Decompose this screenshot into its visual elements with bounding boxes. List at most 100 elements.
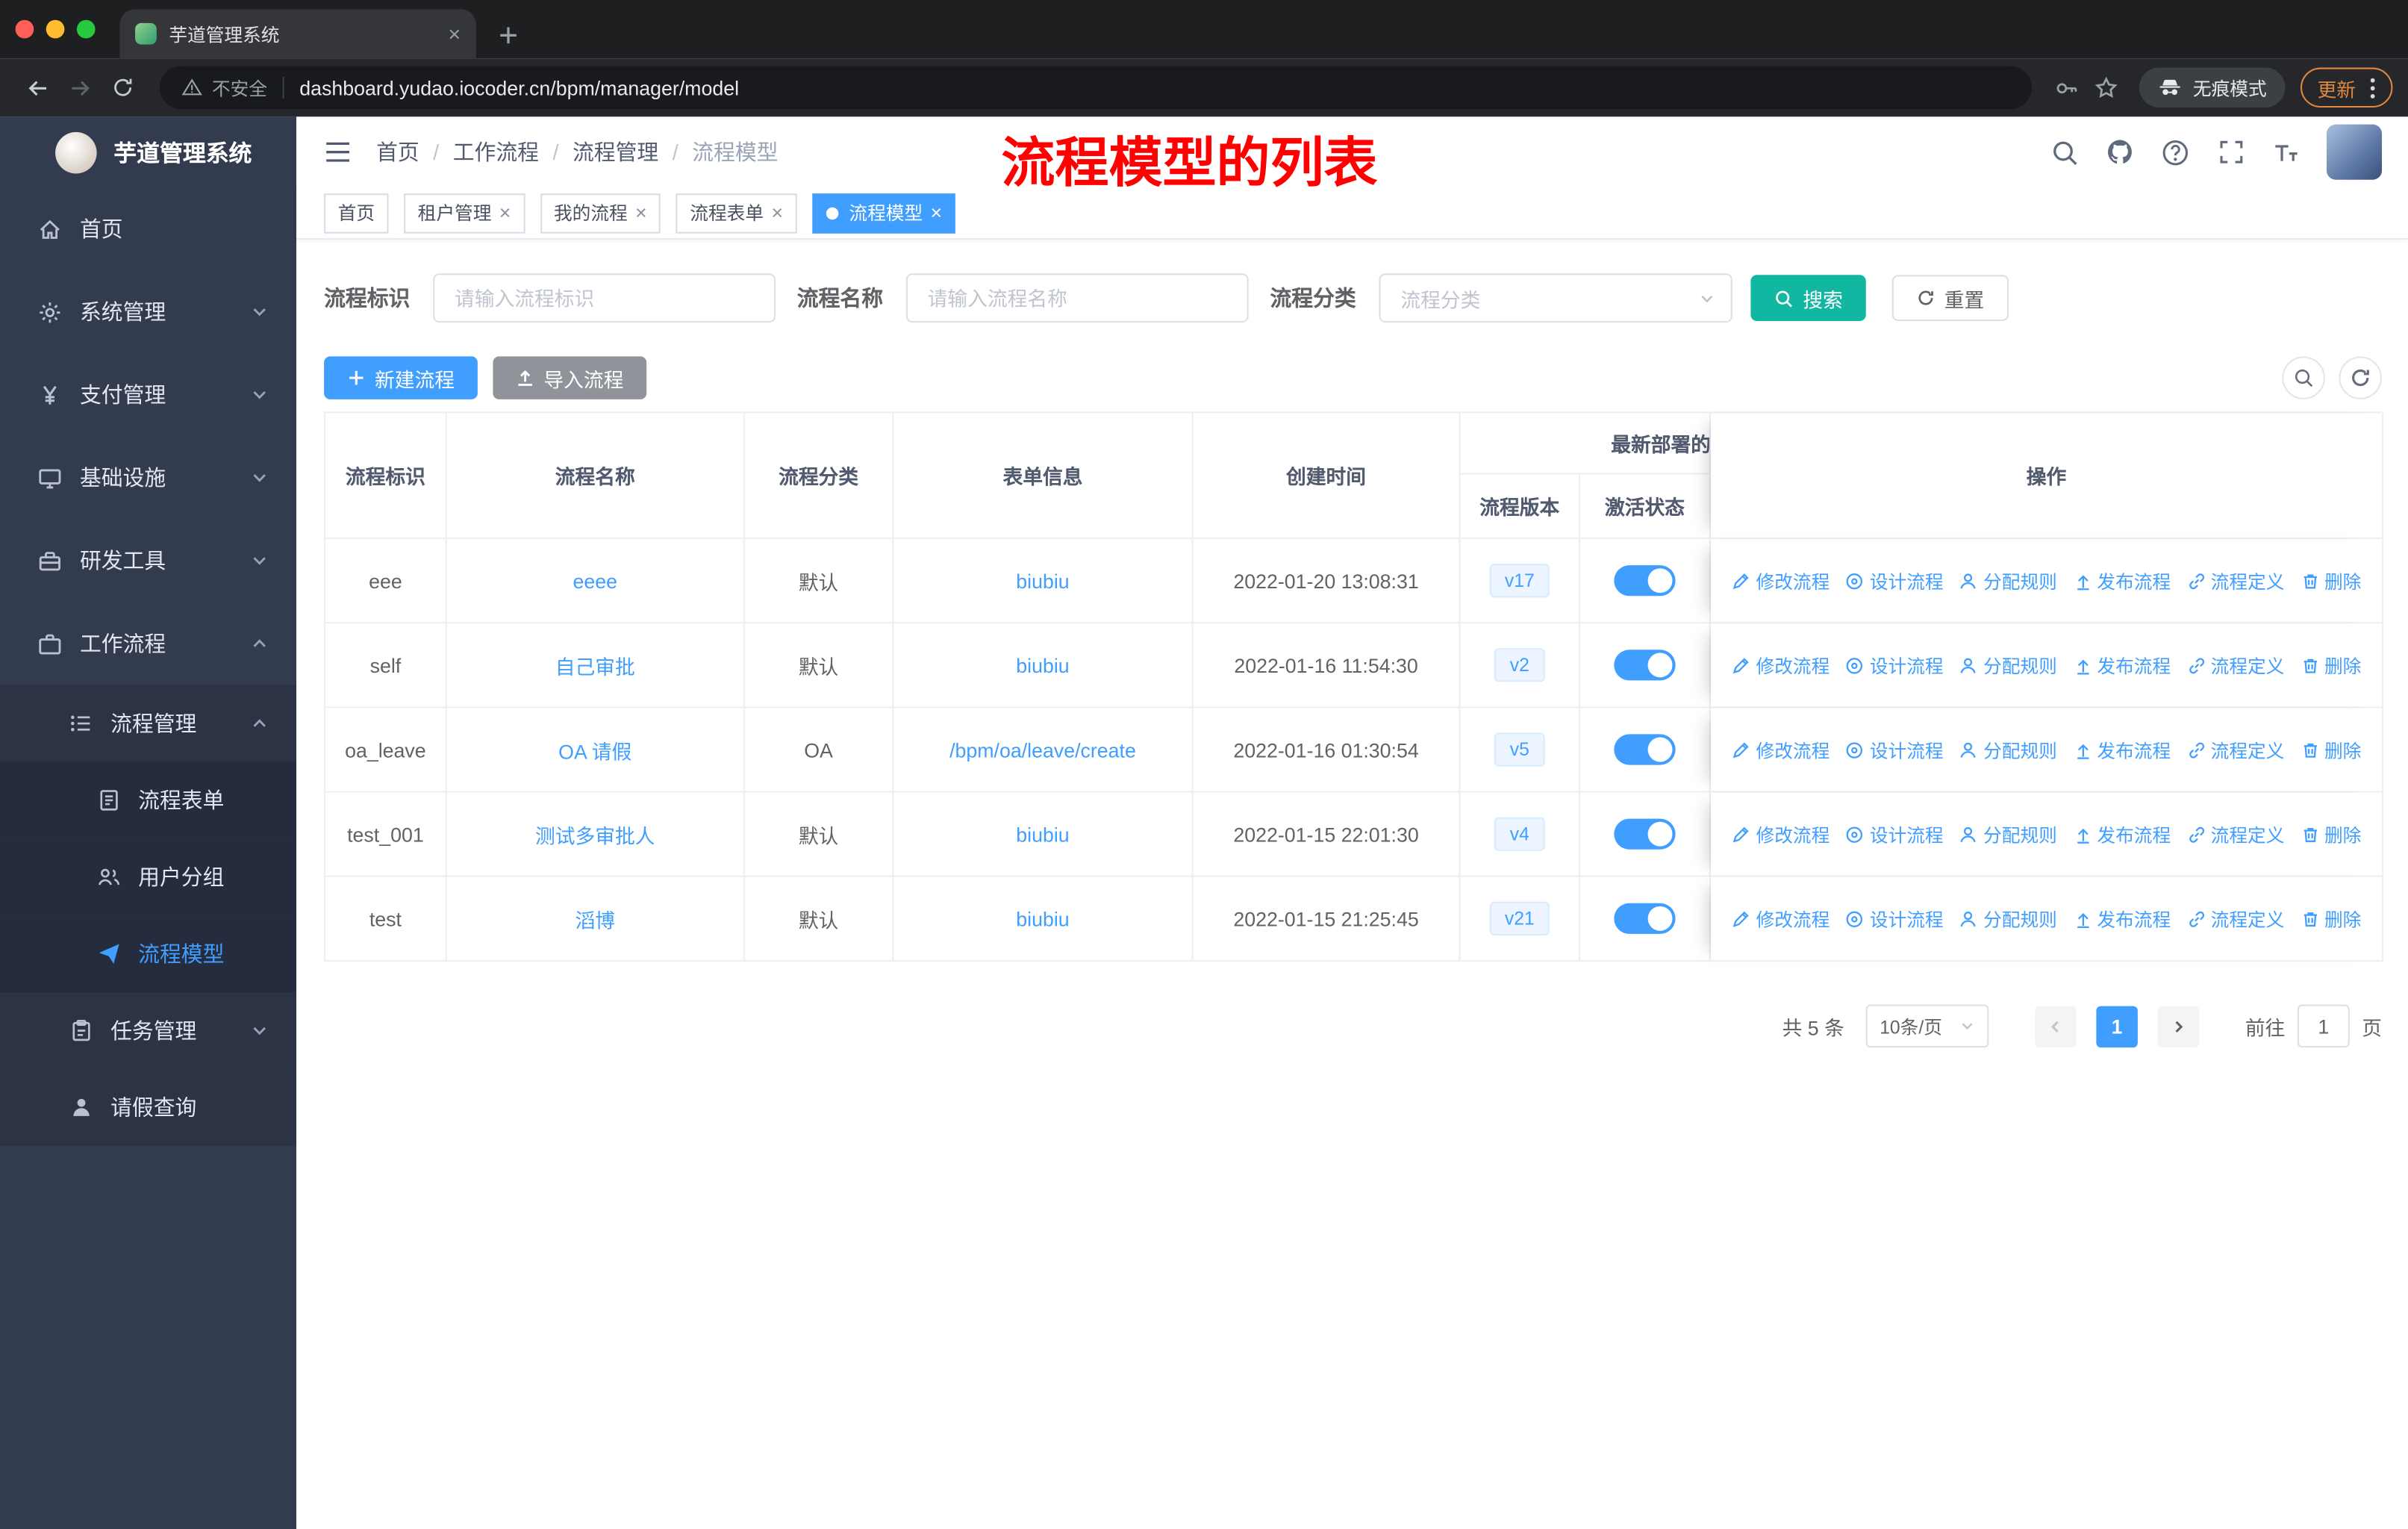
op-definition-link[interactable]: 流程定义 xyxy=(2186,652,2284,678)
page-size-select[interactable]: 10条/页 xyxy=(1865,1004,1989,1048)
active-toggle[interactable] xyxy=(1614,903,1676,934)
op-design[interactable]: 设计流程 xyxy=(1845,821,1944,847)
process-name-link[interactable]: OA 请假 xyxy=(558,735,631,764)
close-icon[interactable] xyxy=(771,202,783,225)
sidebar-item-home[interactable]: 首页 xyxy=(0,187,296,270)
active-toggle[interactable] xyxy=(1614,650,1676,681)
font-size-icon[interactable] xyxy=(2271,137,2301,166)
tab-close-icon[interactable] xyxy=(448,22,461,46)
op-design[interactable]: 设计流程 xyxy=(1845,567,1944,594)
sidebar-item-user-groups[interactable]: 用户分组 xyxy=(0,838,297,916)
incognito-badge[interactable]: 无痕模式 xyxy=(2139,67,2286,108)
op-delete[interactable]: 删除 xyxy=(2300,737,2361,763)
sidebar-item-process-forms[interactable]: 流程表单 xyxy=(0,762,297,839)
sidebar-item-workflow[interactable]: 工作流程 xyxy=(0,602,296,685)
bookmark-star-icon[interactable] xyxy=(2087,68,2127,108)
user-avatar[interactable] xyxy=(2326,124,2383,180)
op-edit[interactable]: 修改流程 xyxy=(1732,906,1830,932)
tag-process-forms[interactable]: 流程表单 xyxy=(676,193,797,233)
browser-menu-icon[interactable] xyxy=(2370,76,2376,99)
app-logo[interactable]: 芋道管理系统 xyxy=(0,116,296,187)
zoom-window-button[interactable] xyxy=(76,19,96,39)
op-definition-link[interactable]: 流程定义 xyxy=(2186,821,2284,847)
prev-page-button[interactable] xyxy=(2034,1005,2077,1047)
sidebar-item-leave-query[interactable]: 请假查询 xyxy=(0,1068,297,1146)
op-assign-user[interactable]: 分配规则 xyxy=(1959,906,2057,932)
op-definition-link[interactable]: 流程定义 xyxy=(2186,737,2284,763)
toggle-search-button[interactable] xyxy=(2282,356,2325,399)
form-link[interactable]: biubiu xyxy=(1016,907,1069,930)
process-name-link[interactable]: 自己审批 xyxy=(555,650,635,679)
goto-page-input[interactable] xyxy=(2297,1004,2350,1048)
op-definition-link[interactable]: 流程定义 xyxy=(2186,906,2284,932)
search-button[interactable]: 搜索 xyxy=(1750,275,1866,321)
active-toggle[interactable] xyxy=(1614,565,1676,597)
process-name-link[interactable]: eeee xyxy=(573,569,617,592)
new-tab-button[interactable] xyxy=(498,25,520,46)
op-edit[interactable]: 修改流程 xyxy=(1732,821,1830,847)
forward-button[interactable] xyxy=(58,66,102,109)
breadcrumb-process-management[interactable]: 流程管理 xyxy=(552,137,658,167)
page-number-button[interactable]: 1 xyxy=(2096,1005,2138,1047)
close-icon[interactable] xyxy=(930,202,942,225)
address-bar[interactable]: 不安全 dashboard.yudao.iocoder.cn/bpm/manag… xyxy=(159,66,2032,110)
sidebar-item-task-management[interactable]: 任务管理 xyxy=(0,992,297,1069)
sidebar-item-payment[interactable]: 支付管理 xyxy=(0,353,296,436)
process-name-input[interactable] xyxy=(905,273,1249,323)
tag-tenant-management[interactable]: 租户管理 xyxy=(404,193,525,233)
op-design[interactable]: 设计流程 xyxy=(1845,652,1944,678)
active-toggle[interactable] xyxy=(1614,734,1676,765)
sidebar-collapse-icon[interactable] xyxy=(321,135,355,169)
help-icon[interactable] xyxy=(2161,137,2190,166)
op-delete[interactable]: 删除 xyxy=(2300,567,2361,594)
browser-tab[interactable]: 芋道管理系统 xyxy=(119,9,476,59)
sidebar-item-process-models[interactable]: 流程模型 xyxy=(0,915,297,993)
op-delete[interactable]: 删除 xyxy=(2300,906,2361,932)
form-link[interactable]: /bpm/oa/leave/create xyxy=(949,738,1136,762)
op-delete[interactable]: 删除 xyxy=(2300,821,2361,847)
op-edit[interactable]: 修改流程 xyxy=(1732,567,1830,594)
op-publish[interactable]: 发布流程 xyxy=(2072,737,2171,763)
refresh-table-button[interactable] xyxy=(2339,356,2383,399)
op-publish[interactable]: 发布流程 xyxy=(2072,821,2171,847)
process-category-select[interactable]: 流程分类 xyxy=(1379,273,1732,323)
sidebar-item-process-management[interactable]: 流程管理 xyxy=(0,685,297,762)
search-icon[interactable] xyxy=(2050,137,2080,166)
browser-update-button[interactable]: 更新 xyxy=(2300,67,2393,108)
op-assign-user[interactable]: 分配规则 xyxy=(1959,567,2057,594)
breadcrumb-workflow[interactable]: 工作流程 xyxy=(433,137,539,167)
sidebar-item-infrastructure[interactable]: 基础设施 xyxy=(0,436,296,519)
process-id-input[interactable] xyxy=(433,273,776,323)
form-link[interactable]: biubiu xyxy=(1016,653,1069,676)
op-delete[interactable]: 删除 xyxy=(2300,652,2361,678)
op-design[interactable]: 设计流程 xyxy=(1845,737,1944,763)
form-link[interactable]: biubiu xyxy=(1016,569,1069,592)
reset-button[interactable]: 重置 xyxy=(1891,275,2009,321)
op-publish[interactable]: 发布流程 xyxy=(2072,906,2171,932)
process-name-link[interactable]: 测试多审批人 xyxy=(535,820,655,849)
back-button[interactable] xyxy=(16,66,59,109)
security-warning[interactable]: 不安全 xyxy=(181,75,267,101)
create-process-button[interactable]: 新建流程 xyxy=(324,356,478,399)
next-page-button[interactable] xyxy=(2157,1005,2200,1047)
op-design[interactable]: 设计流程 xyxy=(1845,906,1944,932)
close-window-button[interactable] xyxy=(15,19,34,39)
tag-home[interactable]: 首页 xyxy=(324,193,389,233)
password-key-icon[interactable] xyxy=(2047,68,2086,108)
close-icon[interactable] xyxy=(635,202,647,225)
op-publish[interactable]: 发布流程 xyxy=(2072,652,2171,678)
sidebar-item-system[interactable]: 系统管理 xyxy=(0,270,296,353)
close-icon[interactable] xyxy=(499,202,511,225)
active-toggle[interactable] xyxy=(1614,818,1676,850)
process-name-link[interactable]: 滔博 xyxy=(575,904,615,933)
op-assign-user[interactable]: 分配规则 xyxy=(1959,821,2057,847)
reload-button[interactable] xyxy=(102,66,145,109)
tag-process-models[interactable]: 流程模型 xyxy=(812,193,956,233)
tag-my-processes[interactable]: 我的流程 xyxy=(540,193,661,233)
op-edit[interactable]: 修改流程 xyxy=(1732,737,1830,763)
sidebar-item-devtools[interactable]: 研发工具 xyxy=(0,519,296,602)
op-assign-user[interactable]: 分配规则 xyxy=(1959,737,2057,763)
breadcrumb-home[interactable]: 首页 xyxy=(376,137,419,167)
import-process-button[interactable]: 导入流程 xyxy=(493,356,647,399)
op-publish[interactable]: 发布流程 xyxy=(2072,567,2171,594)
